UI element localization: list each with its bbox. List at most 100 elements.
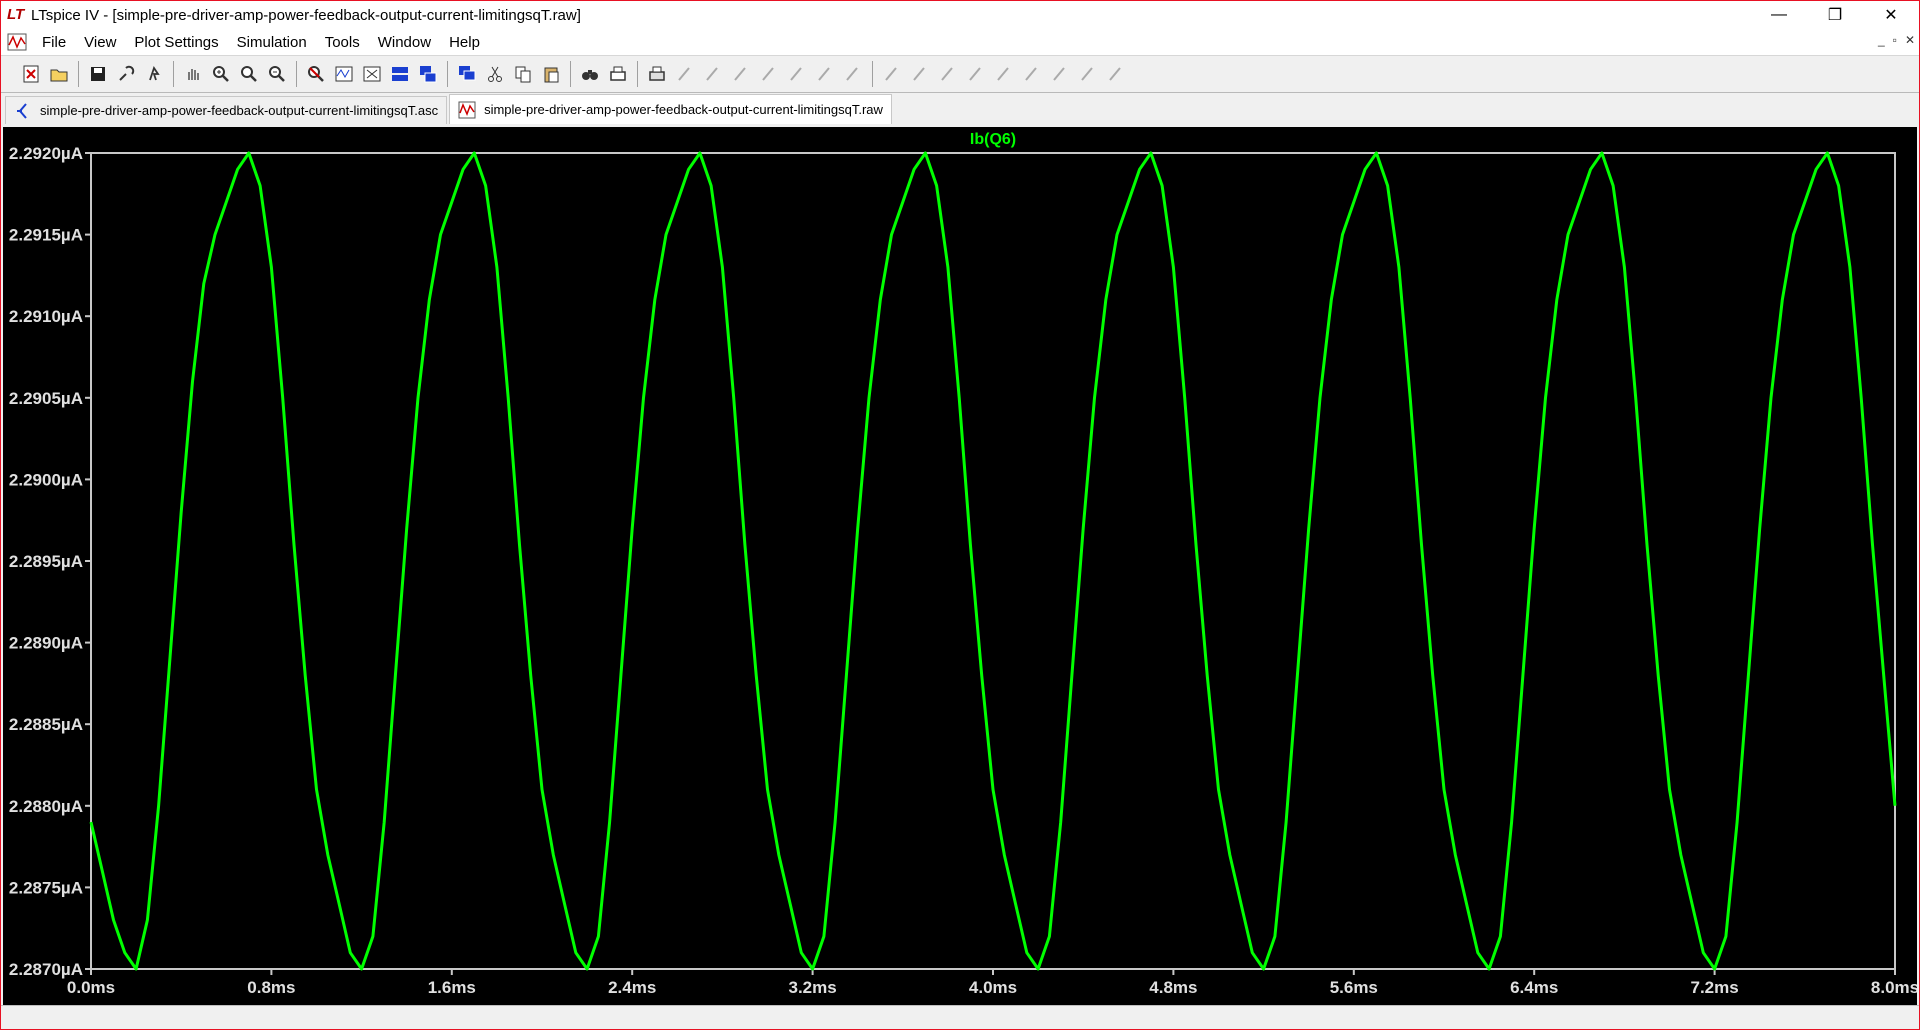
save-button[interactable] [86, 62, 110, 86]
rotate-icon [1025, 67, 1037, 81]
mirror-icon [1053, 67, 1065, 81]
move-button[interactable] [908, 62, 932, 86]
waveform-chart[interactable]: 2.2920µA 2.2915µA 2.2910µA 2.2905µA 2.2900µA… [3, 127, 1917, 1005]
menu-tools[interactable]: Tools [316, 34, 369, 51]
trace-line [89, 151, 1897, 971]
toolbar-separator [173, 61, 174, 87]
window-controls: — ❐ ✕ [1751, 1, 1919, 29]
delete-traces-button[interactable] [360, 62, 384, 86]
ltspice-window: LT LTspice IV - [simple-pre-driver-amp-p… [0, 0, 1920, 1030]
minimize-button[interactable]: — [1751, 1, 1807, 29]
text-icon [1081, 67, 1093, 81]
copy-icon [515, 66, 531, 83]
zoom-back-button[interactable] [237, 62, 261, 86]
tab-schematic[interactable]: simple-pre-driver-amp-power-feedback-out… [5, 96, 448, 124]
ground-icon [706, 67, 718, 81]
spice-directive-button[interactable] [1104, 62, 1128, 86]
y-tick-label: 2.2875µA [9, 878, 83, 897]
waveform-plot-pane[interactable]: 2.2920µA 2.2915µA 2.2910µA 2.2905µA 2.2900µA… [3, 127, 1917, 1005]
status-bar [1, 1005, 1919, 1029]
menu-view[interactable]: View [75, 34, 125, 51]
drag-button[interactable] [936, 62, 960, 86]
y-tick-label: 2.2915µA [9, 226, 83, 245]
x-tick-label: 4.8ms [1149, 978, 1197, 997]
waveform-window-icon[interactable] [7, 33, 27, 51]
tab-schematic-label: simple-pre-driver-amp-power-feedback-out… [40, 103, 439, 118]
y-tick-label: 2.2905µA [9, 389, 83, 408]
label-button[interactable] [729, 62, 753, 86]
x-tick-label: 6.4ms [1510, 978, 1558, 997]
zoom-out-button[interactable] [265, 62, 289, 86]
run-icon [149, 65, 160, 81]
ground-button[interactable] [701, 62, 725, 86]
diode-icon [846, 67, 858, 81]
cascade-button[interactable] [416, 62, 440, 86]
zoom-back-icon [241, 66, 257, 82]
toolbar-separator [78, 61, 79, 87]
restore-button[interactable]: ❐ [1807, 1, 1863, 29]
zoom-in-icon [213, 66, 229, 82]
pan-icon [188, 69, 199, 80]
x-tick-label: 1.6ms [428, 978, 476, 997]
y-tick-label: 2.2900µA [9, 470, 83, 489]
new-schematic-button[interactable] [19, 62, 43, 86]
wire-button[interactable] [673, 62, 697, 86]
copy-button[interactable] [511, 62, 535, 86]
cut-icon [488, 66, 502, 82]
cut-button[interactable] [483, 62, 507, 86]
autorange-button[interactable] [332, 62, 356, 86]
x-tick-label: 5.6ms [1330, 978, 1378, 997]
open-button[interactable] [47, 62, 71, 86]
inductor-button[interactable] [813, 62, 837, 86]
redo-button[interactable] [992, 62, 1016, 86]
menu-plot-settings[interactable]: Plot Settings [125, 34, 227, 51]
pan-button[interactable] [181, 62, 205, 86]
toolbar-separator [872, 61, 873, 87]
print-preview-button[interactable] [606, 62, 630, 86]
find-button[interactable] [578, 62, 602, 86]
resistor-button[interactable] [757, 62, 781, 86]
x-tick-label: 2.4ms [608, 978, 656, 997]
menu-window[interactable]: Window [369, 34, 440, 51]
delete-traces-icon [363, 66, 381, 82]
paste-button[interactable] [539, 62, 563, 86]
component-button[interactable] [880, 62, 904, 86]
y-tick-label: 2.2885µA [9, 715, 83, 734]
toolbar-separator [637, 61, 638, 87]
run-button[interactable] [142, 62, 166, 86]
menu-bar: File View Plot Settings Simulation Tools… [1, 29, 1919, 55]
capacitor-icon [790, 67, 802, 81]
rotate-button[interactable] [1020, 62, 1044, 86]
menu-simulation[interactable]: Simulation [228, 34, 316, 51]
toolbar-separator [296, 61, 297, 87]
wire-icon [678, 67, 690, 81]
zoom-fit-button[interactable] [304, 62, 328, 86]
mdi-close-button[interactable]: ✕ [1905, 33, 1915, 47]
open-icon [50, 69, 68, 82]
mirror-button[interactable] [1048, 62, 1072, 86]
print-preview-icon [610, 66, 626, 81]
schematic-icon [17, 102, 27, 119]
x-tick-label: 7.2ms [1690, 978, 1738, 997]
mdi-restore-button[interactable]: ▫ [1893, 33, 1897, 47]
diode-button[interactable] [841, 62, 865, 86]
waveform-icon [458, 101, 476, 118]
print-button[interactable] [645, 62, 669, 86]
tile-vertical-button[interactable] [455, 62, 479, 86]
x-tick-label: 8.0ms [1871, 978, 1917, 997]
window-title: LTspice IV - [simple-pre-driver-amp-powe… [31, 6, 581, 24]
capacitor-button[interactable] [785, 62, 809, 86]
title-bar[interactable]: LT LTspice IV - [simple-pre-driver-amp-p… [1, 1, 1919, 29]
inductor-icon [818, 67, 830, 81]
zoom-in-button[interactable] [209, 62, 233, 86]
y-tick-label: 2.2870µA [9, 960, 83, 979]
text-button[interactable] [1076, 62, 1100, 86]
undo-button[interactable] [964, 62, 988, 86]
control-panel-button[interactable] [114, 62, 138, 86]
menu-help[interactable]: Help [440, 34, 489, 51]
tab-waveform[interactable]: simple-pre-driver-amp-power-feedback-out… [449, 94, 892, 124]
close-button[interactable]: ✕ [1863, 1, 1919, 29]
tile-horizontal-button[interactable] [388, 62, 412, 86]
mdi-minimize-button[interactable]: _ [1878, 33, 1885, 47]
menu-file[interactable]: File [33, 34, 75, 51]
